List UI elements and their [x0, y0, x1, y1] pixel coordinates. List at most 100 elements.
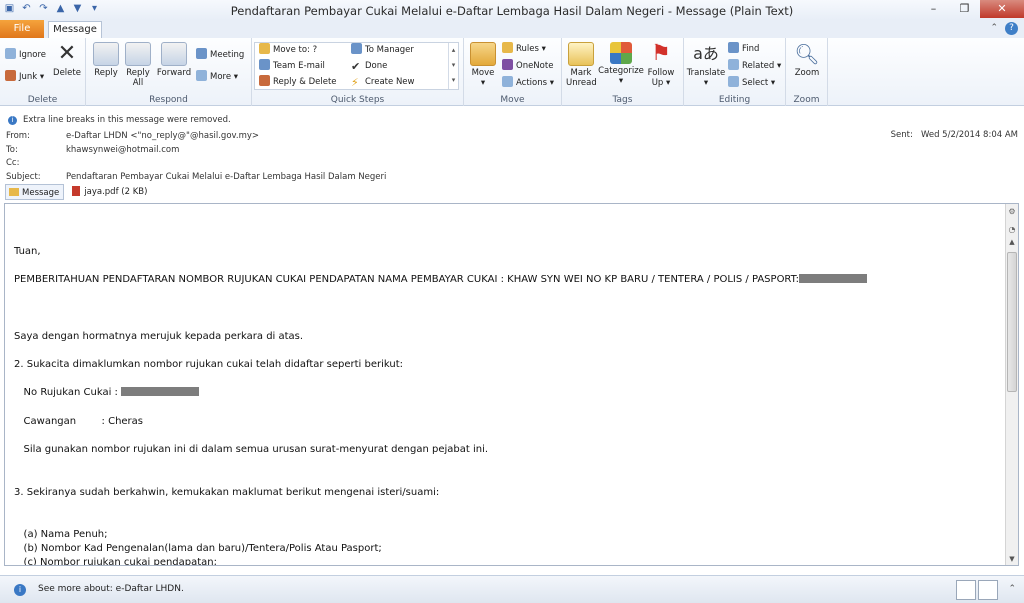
more-icon [196, 70, 207, 81]
group-label-zoom: Zoom [793, 95, 820, 105]
group-move: Move ▾ Rules ▾ OneNote Actions ▾ Move [464, 38, 562, 106]
rules-icon [502, 42, 513, 53]
group-delete: Ignore Junk ▾ ✕ Delete Delete [0, 38, 86, 106]
rules-button[interactable]: Rules ▾ [502, 42, 546, 56]
actions-button[interactable]: Actions ▾ [502, 76, 554, 90]
ribbon-tabs: File Message ⌃ ? [0, 20, 1024, 38]
to-manager-icon [351, 43, 362, 54]
more-respond-button[interactable]: More ▾ [196, 70, 238, 84]
quick-step-team-email[interactable]: Team E-mail [259, 59, 325, 73]
actions-icon [502, 76, 513, 87]
message-attachment-tab[interactable]: Message [5, 184, 65, 200]
expand-icon[interactable]: ⌃ [1008, 584, 1016, 594]
body-paragraph-3: Sila gunakan nombor rujukan ini di dalam… [14, 444, 489, 455]
mark-unread-button[interactable]: Mark Unread [566, 42, 597, 88]
related-icon [728, 59, 739, 70]
quick-steps-scroll[interactable]: ▴ ▾ ▾ [448, 43, 458, 89]
quick-step-move-to[interactable]: Move to: ? [259, 43, 317, 57]
ignore-button[interactable]: Ignore [5, 48, 46, 62]
select-button[interactable]: Select ▾ [728, 76, 775, 90]
scroll-extra-icons[interactable]: ⚙ ◔ [1007, 207, 1017, 234]
minimize-button[interactable]: – [918, 0, 949, 18]
reply-button[interactable]: Reply [92, 42, 120, 78]
body-paragraph-2: 2. Sukacita dimaklumkan nombor rujukan c… [14, 359, 404, 370]
move-button[interactable]: Move ▾ [468, 42, 498, 88]
vertical-scrollbar[interactable]: ⚙ ◔ ▲ ▼ [1005, 204, 1018, 565]
scroll-up-icon[interactable]: ▲ [1007, 238, 1017, 246]
people-pane-bar: i See more about: e-Daftar LHDN. ⌃ [0, 575, 1024, 603]
flag-icon: ⚑ [651, 41, 671, 66]
follow-up-button[interactable]: ⚑ Follow Up ▾ [646, 41, 676, 89]
junk-icon [5, 70, 16, 81]
tab-message[interactable]: Message [48, 21, 102, 38]
person-icon[interactable] [978, 580, 998, 600]
message-body[interactable]: Tuan, PEMBERITAHUAN PENDAFTARAN NOMBOR R… [4, 203, 1019, 566]
body-greeting: Tuan, [14, 246, 41, 257]
quick-step-create-new[interactable]: ⚡ Create New [351, 75, 415, 89]
person-icon[interactable] [956, 580, 976, 600]
group-label-delete: Delete [27, 95, 58, 105]
categorize-button[interactable]: Categorize ▾ [598, 42, 644, 86]
info-bar[interactable]: i Extra line breaks in this message were … [8, 115, 231, 125]
quick-step-to-manager[interactable]: To Manager [351, 43, 414, 57]
group-label-tags: Tags [612, 95, 633, 105]
group-label-respond: Respond [149, 95, 188, 105]
ignore-icon [5, 48, 16, 59]
related-button[interactable]: Related ▾ [728, 59, 781, 73]
scroll-down-icon[interactable]: ▼ [1007, 555, 1017, 563]
minimize-ribbon-icon[interactable]: ⌃ [990, 23, 998, 33]
find-button[interactable]: Find [728, 42, 759, 56]
sent-field: Sent: Wed 5/2/2014 8:04 AM [891, 130, 1018, 140]
reply-delete-icon [259, 75, 270, 86]
envelope-icon [568, 42, 594, 66]
junk-button[interactable]: Junk ▾ [5, 70, 44, 84]
window-controls: – ❐ ✕ [918, 0, 1024, 18]
body-item-c: (c) Nombor rujukan cukai pendapatan; [14, 557, 218, 566]
title-bar: ▣ ↶ ↷ ▲ ▼ ▾ Pendaftaran Pembayar Cukai M… [0, 0, 1024, 20]
window-title: Pendaftaran Pembayar Cukai Melalui e-Daf… [230, 4, 794, 18]
from-value[interactable]: e-Daftar LHDN <"no_reply@"@hasil.gov.my> [66, 131, 259, 141]
onenote-button[interactable]: OneNote [502, 59, 553, 73]
pdf-attachment[interactable]: jaya.pdf (2 KB) [72, 184, 147, 200]
body-ref-line: No Rujukan Cukai : [14, 387, 200, 398]
body-heading: PEMBERITAHUAN PENDAFTARAN NOMBOR RUJUKAN… [14, 274, 800, 285]
sent-label: Sent: [890, 130, 913, 140]
body-item-b: (b) Nombor Kad Pengenalan(lama dan baru)… [14, 543, 382, 554]
to-value[interactable]: khawsynwei@hotmail.com [66, 145, 179, 155]
onenote-icon [502, 59, 513, 70]
redaction-block [799, 274, 868, 283]
group-tags: Mark Unread Categorize ▾ ⚑ Follow Up ▾ Tags [562, 38, 684, 106]
group-label-move: Move [500, 95, 525, 105]
group-editing: aあ Translate ▾ Find Related ▾ Select ▾ Edi… [684, 38, 786, 106]
maximize-button[interactable]: ❐ [949, 0, 980, 18]
quick-step-done[interactable]: ✔ Done [351, 59, 387, 73]
checkmark-icon: ✔ [351, 60, 361, 73]
see-more-text[interactable]: See more about: e-Daftar LHDN. [38, 584, 184, 594]
help-icon[interactable]: ? [1005, 22, 1018, 35]
forward-button[interactable]: Forward [156, 42, 192, 78]
reply-all-button[interactable]: Reply All [124, 42, 152, 88]
reply-all-icon [125, 42, 151, 66]
close-button[interactable]: ✕ [980, 0, 1024, 18]
quick-step-reply-delete[interactable]: Reply & Delete [259, 75, 337, 89]
meeting-button[interactable]: Meeting [196, 48, 244, 62]
folder-icon [259, 43, 270, 54]
sent-value: Wed 5/2/2014 8:04 AM [920, 130, 1018, 140]
translate-button[interactable]: aあ Translate ▾ [686, 42, 726, 88]
body-item-a: (a) Nama Penuh; [14, 529, 108, 540]
binoculars-icon [728, 42, 739, 53]
group-label-editing: Editing [718, 95, 751, 105]
zoom-button[interactable]: 🔍︎ Zoom [792, 42, 822, 78]
delete-button[interactable]: ✕ Delete [52, 42, 82, 79]
body-paragraph-4: 3. Sekiranya sudah berkahwin, kemukakan … [14, 487, 440, 498]
scroll-thumb[interactable] [1007, 252, 1017, 392]
subject-label: Subject: [6, 172, 41, 182]
categorize-icon [610, 42, 632, 64]
group-respond: Reply Reply All Forward Meeting More ▾ Re… [86, 38, 252, 106]
to-label: To: [6, 145, 18, 155]
tab-file[interactable]: File [0, 20, 44, 38]
info-icon: i [8, 116, 17, 125]
redaction-block [121, 387, 200, 396]
magnifier-icon: 🔍︎ [794, 42, 820, 66]
quick-steps-gallery: Move to: ? Team E-mail Reply & Delete To… [254, 42, 459, 90]
